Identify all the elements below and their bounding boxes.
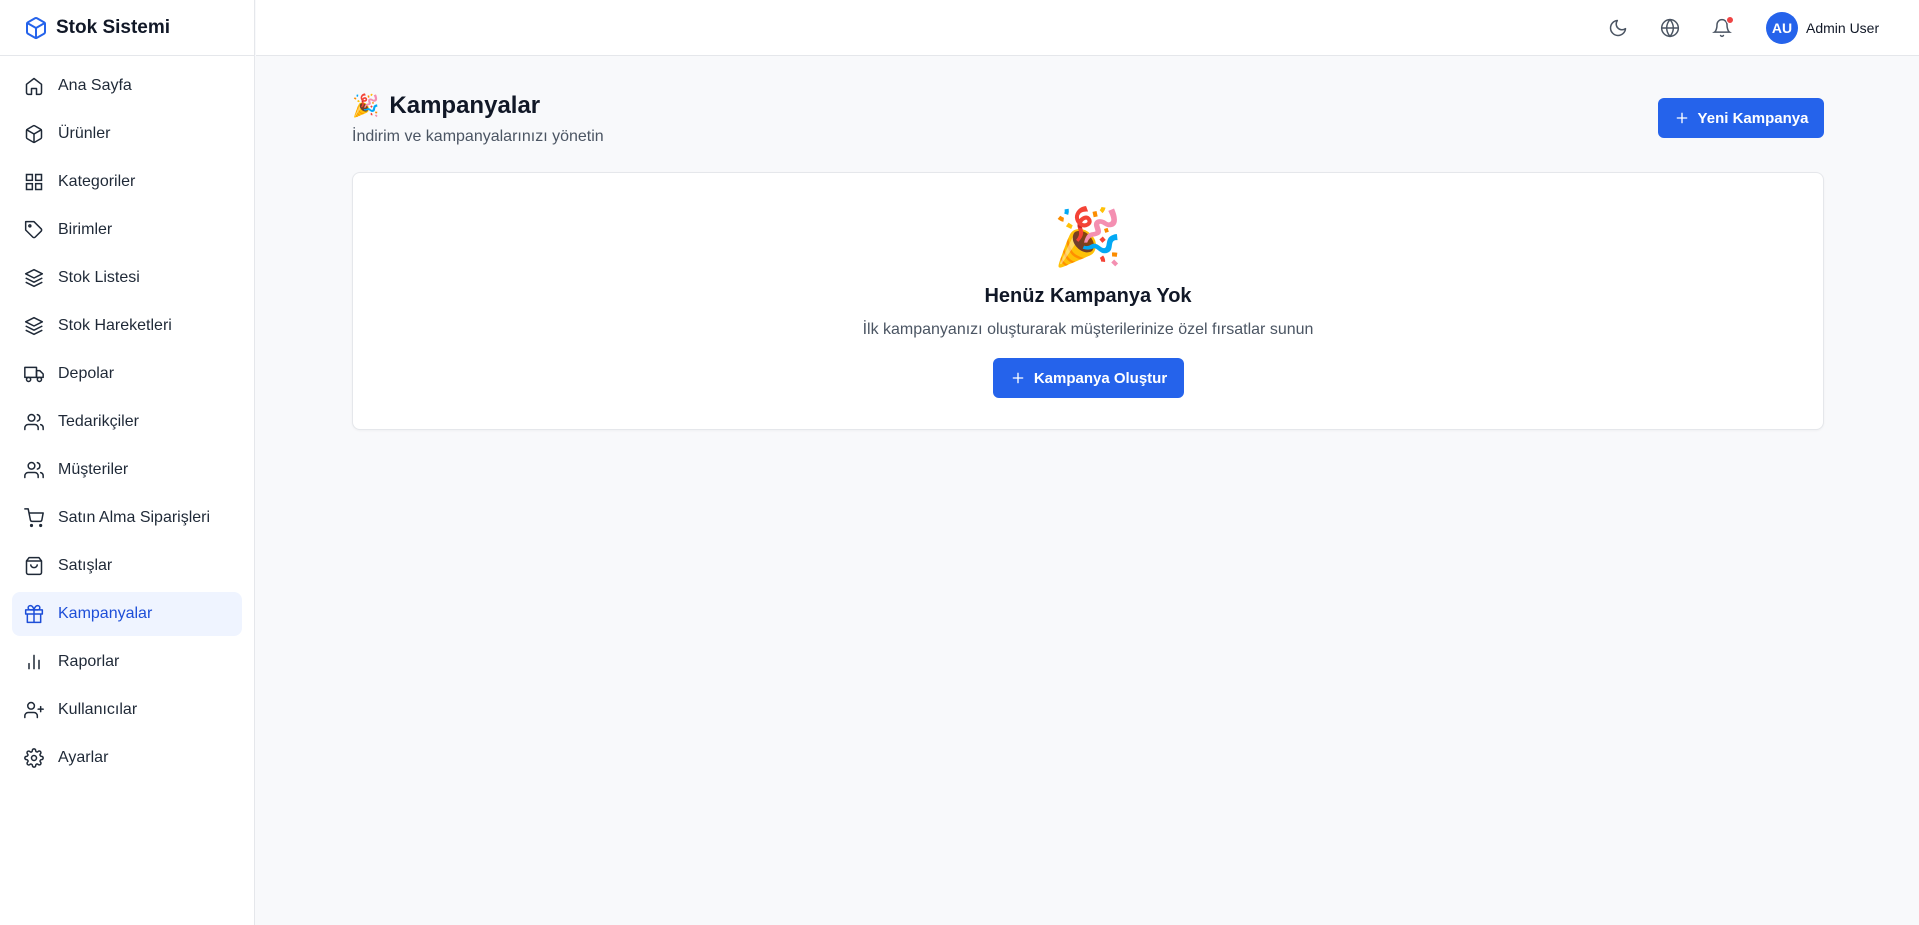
empty-state-card: 🎉 Henüz Kampanya Yok İlk kampanyanızı ol…	[352, 172, 1824, 430]
plus-icon	[1012, 372, 1024, 384]
sidebar-item-kampanyalar[interactable]: Kampanyalar	[12, 592, 242, 636]
app-root: Stok Sistemi Ana Sayfa Ürünler Kategoril…	[0, 0, 1919, 925]
sidebar-item-label: Depolar	[58, 365, 115, 382]
sidebar-item-label: Müşteriler	[58, 461, 129, 478]
avatar: AU	[1766, 12, 1798, 44]
create-campaign-button[interactable]: Kampanya Oluştur	[993, 358, 1184, 398]
theme-toggle-button[interactable]	[1604, 14, 1632, 42]
language-button[interactable]	[1656, 14, 1684, 42]
gift-icon	[24, 604, 44, 624]
sidebar-item-satin-alma-siparisleri[interactable]: Satın Alma Siparişleri	[12, 496, 242, 540]
home-icon	[25, 77, 43, 96]
sidebar-item-label: Ayarlar	[58, 749, 109, 766]
sidebar-nav: Ana Sayfa Ürünler Kategoriler Birimler S…	[0, 56, 254, 792]
sidebar-item-label: Ana Sayfa	[58, 77, 132, 94]
sidebar-item-label: Birimler	[58, 221, 113, 238]
sidebar-item-ana-sayfa[interactable]: Ana Sayfa	[12, 64, 242, 108]
new-campaign-label: Yeni Kampanya	[1697, 109, 1809, 127]
users-icon	[24, 413, 44, 431]
gear-icon	[24, 748, 44, 768]
sidebar-item-kategoriler[interactable]: Kategoriler	[12, 160, 242, 204]
user-menu[interactable]: AU Admin User	[1766, 8, 1879, 48]
sidebar-item-label: Kampanyalar	[58, 605, 153, 622]
brand[interactable]: Stok Sistemi	[0, 0, 254, 56]
grid-icon	[25, 173, 43, 191]
empty-state-description: İlk kampanyanızı oluşturarak müşterileri…	[862, 321, 1314, 338]
sidebar-item-label: Satın Alma Siparişleri	[58, 509, 211, 526]
package-icon	[25, 124, 43, 144]
notifications-button[interactable]	[1708, 14, 1736, 42]
layers-icon	[24, 268, 44, 288]
page-subtitle: İndirim ve kampanyalarınızı yönetin	[352, 128, 604, 145]
sidebar: Stok Sistemi Ana Sayfa Ürünler Kategoril…	[0, 0, 255, 925]
new-campaign-button[interactable]: Yeni Kampanya	[1658, 98, 1824, 138]
globe-icon	[1660, 18, 1680, 38]
tag-icon	[24, 220, 43, 239]
sidebar-item-label: Raporlar	[58, 653, 120, 670]
user-plus-icon	[24, 701, 44, 719]
sidebar-item-label: Stok Hareketleri	[58, 317, 172, 334]
plus-icon	[1676, 112, 1687, 124]
top-bar: AU Admin User	[256, 0, 1919, 56]
sidebar-item-label: Tedarikçiler	[58, 413, 139, 430]
bar-chart-icon	[28, 654, 40, 670]
sidebar-item-stok-listesi[interactable]: Stok Listesi	[12, 256, 242, 300]
layers-icon	[24, 316, 44, 336]
sidebar-item-label: Stok Listesi	[58, 269, 140, 286]
brand-title: Stok Sistemi	[56, 16, 171, 38]
create-campaign-label: Kampanya Oluştur	[1033, 369, 1168, 387]
notification-dot	[1726, 16, 1734, 24]
sidebar-item-musteriler[interactable]: Müşteriler	[12, 448, 242, 492]
shopping-bag-icon	[25, 556, 43, 576]
sidebar-item-urunler[interactable]: Ürünler	[12, 112, 242, 156]
sidebar-item-kullanicilar[interactable]: Kullanıcılar	[12, 688, 242, 732]
sidebar-item-label: Ürünler	[58, 125, 111, 142]
sidebar-item-raporlar[interactable]: Raporlar	[12, 640, 242, 684]
party-popper-icon: 🎉	[352, 93, 380, 118]
sidebar-item-label: Kullanıcılar	[58, 701, 138, 718]
cube-icon	[26, 16, 46, 39]
sidebar-item-satislar[interactable]: Satışlar	[12, 544, 242, 588]
sidebar-item-tedarikciler[interactable]: Tedarikçiler	[12, 400, 242, 444]
cart-icon	[24, 508, 44, 528]
users-icon	[24, 461, 44, 479]
sidebar-item-birimler[interactable]: Birimler	[12, 208, 242, 252]
sidebar-item-stok-hareketleri[interactable]: Stok Hareketleri	[12, 304, 242, 348]
empty-state-title: Henüz Kampanya Yok	[984, 285, 1192, 307]
page-title: Kampanyalar	[389, 92, 541, 119]
sidebar-item-label: Kategoriler	[58, 173, 136, 190]
page-title-row: 🎉 Kampanyalar	[352, 92, 540, 120]
truck-icon	[24, 366, 44, 383]
sidebar-item-label: Satışlar	[58, 557, 113, 574]
party-popper-icon: 🎉	[1053, 205, 1123, 268]
moon-icon	[1609, 19, 1627, 37]
sidebar-item-ayarlar[interactable]: Ayarlar	[12, 736, 242, 780]
user-name: Admin User	[1806, 20, 1880, 36]
sidebar-item-depolar[interactable]: Depolar	[12, 352, 242, 396]
